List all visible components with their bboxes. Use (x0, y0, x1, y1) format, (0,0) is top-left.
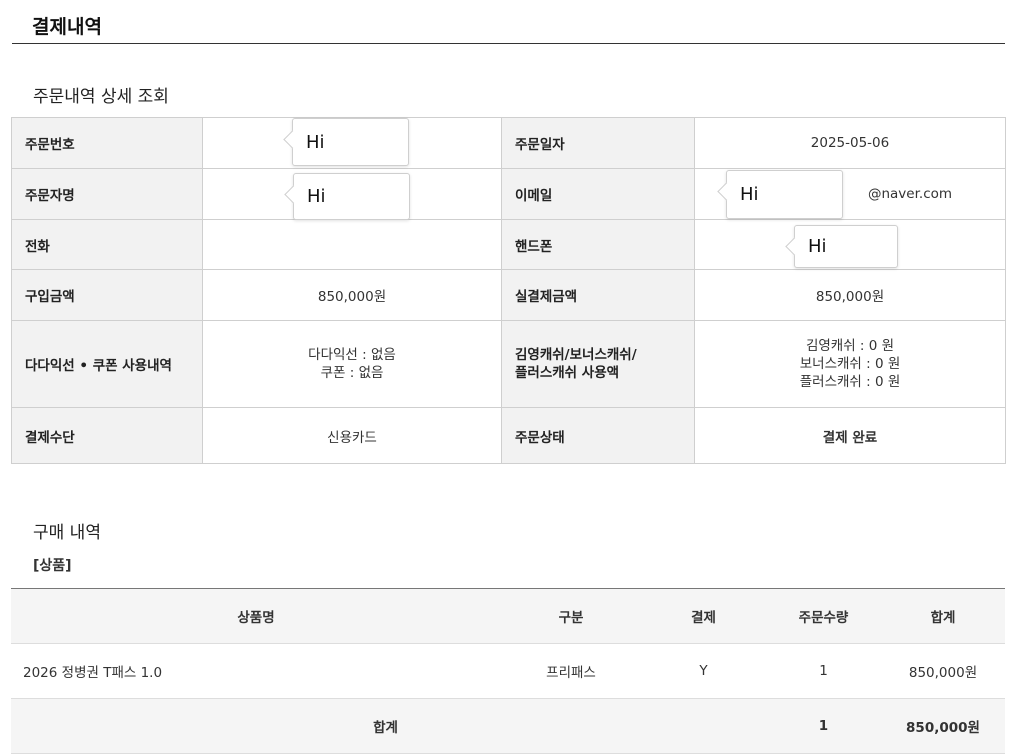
purchase-section-title: 구매 내역 (33, 523, 101, 543)
payment-method-value: 신용카드 (202, 407, 502, 464)
total-quantity: 1 (766, 698, 881, 754)
coupon-label: 다다익선 • 쿠폰 사용내역 (11, 320, 203, 408)
item-total: 850,000원 (881, 643, 1005, 699)
order-date-value: 2025-05-06 (694, 117, 1006, 169)
mobile-bubble: Hi (794, 225, 898, 268)
order-no-bubble: Hi (292, 118, 409, 166)
phone-label: 전화 (11, 219, 203, 270)
coupon-line-1: 다다익선 : 없음 (308, 347, 396, 363)
section-title: 주문내역 상세 조회 (33, 87, 169, 107)
email-label: 이메일 (501, 168, 695, 220)
coupon-value: 다다익선 : 없음 쿠폰 : 없음 (202, 320, 502, 408)
purchase-items-table: 상품명 구분 결제 주문수량 합계 2026 정병권 T패스 1.0 프리패스 … (11, 588, 1005, 754)
total-empty-1 (501, 698, 641, 754)
header-total: 합계 (881, 588, 1005, 644)
order-status-value: 결제 완료 (694, 407, 1006, 464)
order-row-1: 주문번호 주문일자 2025-05-06 (11, 117, 1006, 169)
total-label: 합계 (11, 698, 501, 754)
cash-label-line-2: 플러스캐쉬 사용액 (515, 365, 620, 381)
header-payment: 결제 (641, 588, 766, 644)
order-no-label: 주문번호 (11, 117, 203, 169)
payment-method-label: 결제수단 (11, 407, 203, 464)
order-row-2: 주문자명 이메일 @naver.com (11, 168, 1006, 220)
orderer-label: 주문자명 (11, 168, 203, 220)
coupon-line-2: 쿠폰 : 없음 (320, 365, 384, 381)
page-title: 결제내역 (32, 16, 102, 38)
actual-payment-label: 실결제금액 (501, 269, 695, 321)
item-payment: Y (641, 643, 766, 699)
cash-value: 김영캐쉬 : 0 원 보너스캐쉬 : 0 원 플러스캐쉬 : 0 원 (694, 320, 1006, 408)
item-product-name: 2026 정병권 T패스 1.0 (11, 643, 501, 699)
order-row-6: 결제수단 신용카드 주문상태 결제 완료 (11, 407, 1006, 464)
email-bubble: Hi (726, 170, 843, 219)
header-quantity: 주문수량 (766, 588, 881, 644)
purchase-amount-value: 850,000원 (202, 269, 502, 321)
cash-label: 김영캐쉬/보너스캐쉬/ 플러스캐쉬 사용액 (501, 320, 695, 408)
cash-line-2: 보너스캐쉬 : 0 원 (799, 356, 901, 372)
items-total-row: 합계 1 850,000원 (11, 698, 1005, 754)
product-tag: [상품] (33, 558, 72, 574)
cash-label-line-1: 김영캐쉬/보너스캐쉬/ (515, 347, 637, 363)
item-type: 프리패스 (501, 643, 641, 699)
order-row-4: 구입금액 850,000원 실결제금액 850,000원 (11, 269, 1006, 321)
actual-payment-value: 850,000원 (694, 269, 1006, 321)
cash-line-1: 김영캐쉬 : 0 원 (805, 338, 895, 354)
purchase-amount-label: 구입금액 (11, 269, 203, 321)
total-empty-2 (641, 698, 766, 754)
mobile-label: 핸드폰 (501, 219, 695, 270)
cash-line-3: 플러스캐쉬 : 0 원 (799, 374, 901, 390)
orderer-bubble: Hi (293, 173, 410, 220)
item-quantity: 1 (766, 643, 881, 699)
table-row: 2026 정병권 T패스 1.0 프리패스 Y 1 850,000원 (11, 643, 1005, 699)
order-detail-table: 주문번호 주문일자 2025-05-06 주문자명 이메일 @naver.com… (11, 117, 1006, 464)
order-row-5: 다다익선 • 쿠폰 사용내역 다다익선 : 없음 쿠폰 : 없음 김영캐쉬/보너… (11, 320, 1006, 408)
total-amount: 850,000원 (881, 698, 1005, 754)
phone-value (202, 219, 502, 270)
header-type: 구분 (501, 588, 641, 644)
order-status-label: 주문상태 (501, 407, 695, 464)
items-header-row: 상품명 구분 결제 주문수량 합계 (11, 588, 1005, 644)
header-product-name: 상품명 (11, 588, 501, 644)
order-date-label: 주문일자 (501, 117, 695, 169)
title-divider (12, 43, 1005, 44)
